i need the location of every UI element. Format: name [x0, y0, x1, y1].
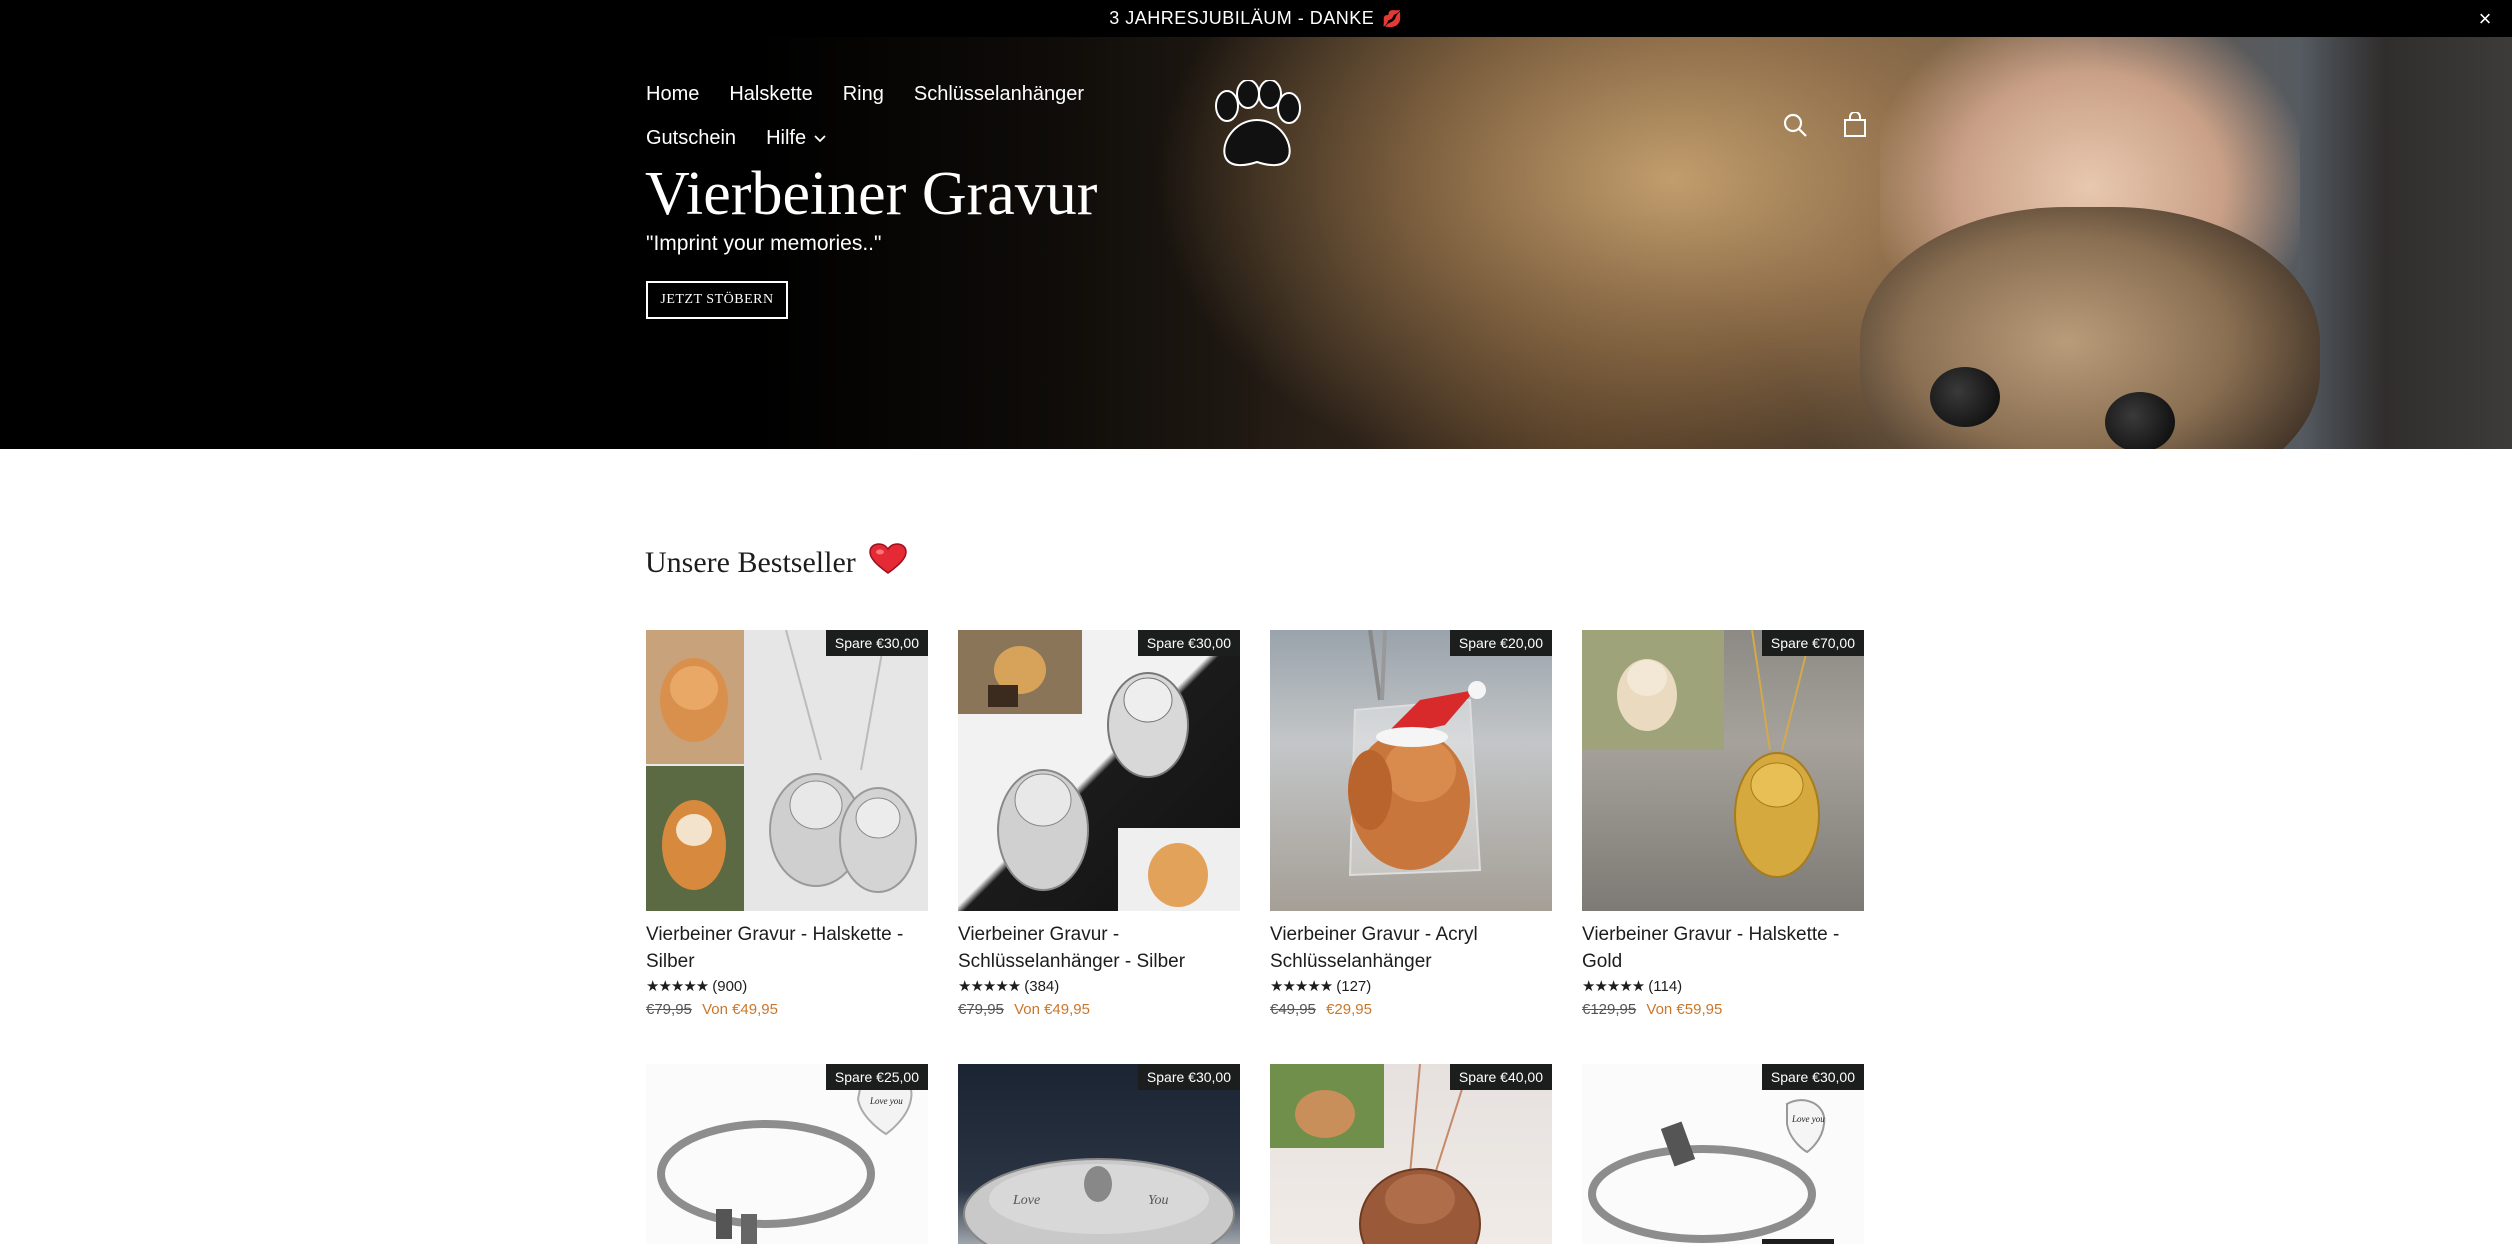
product-card[interactable]: Spare €20,00 Vierbeiner Gravur - Acryl S… [1270, 630, 1552, 1018]
sale-price: €29,95 [1326, 1001, 1372, 1018]
hero-title: Vierbeiner Gravur [645, 160, 1098, 228]
product-rating: ★★★★★ (384) [958, 977, 1240, 996]
discount-badge: Spare €30,00 [1137, 630, 1240, 656]
nav-dropdown-label: Hilfe [766, 127, 807, 149]
chevron-down-icon [814, 126, 826, 150]
nav-item-gutschein[interactable]: Gutschein [646, 126, 736, 150]
svg-text:Love you: Love you [1791, 1114, 1825, 1124]
hero-image-pug [1860, 207, 2320, 449]
kiss-icon: 💋 [1382, 10, 1403, 28]
product-price: €79,95 Von €49,95 [646, 1001, 928, 1018]
nav-dropdown-hilfe[interactable]: Hilfe [766, 126, 826, 150]
sale-price: Von €49,95 [702, 1001, 778, 1018]
product-price: €129,95 Von €59,95 [1582, 1001, 1864, 1018]
discount-badge: Spare €30,00 [1137, 1064, 1240, 1090]
product-card[interactable]: Spare €70,00 Vierbeiner Gravur - Halsket… [1582, 630, 1864, 1018]
bestseller-section-title: Unsere Bestseller [645, 543, 908, 583]
product-card[interactable]: Love You Spare €30,00 [958, 1064, 1240, 1244]
product-price: €49,95 €29,95 [1270, 1001, 1552, 1018]
product-title[interactable]: Vierbeiner Gravur - Halskette - Gold [1582, 921, 1864, 975]
review-count: (384) [1024, 977, 1060, 995]
product-title[interactable]: Vierbeiner Gravur - Schlüsselanhänger - … [958, 921, 1240, 975]
nav-item-ring[interactable]: Ring [843, 82, 884, 106]
product-image[interactable]: Spare €70,00 [1582, 630, 1864, 911]
heart-icon [868, 543, 908, 583]
product-title[interactable]: Vierbeiner Gravur - Halskette - Silber [646, 921, 928, 975]
close-announcement-button[interactable]: × [2479, 6, 2492, 32]
sale-price: Von €49,95 [1014, 1001, 1090, 1018]
star-rating-icon: ★★★★★ [958, 978, 1021, 995]
pug-eye [1930, 367, 2000, 427]
discount-badge: Spare €40,00 [1449, 1064, 1552, 1090]
product-image[interactable]: Spare €40,00 [1270, 1064, 1552, 1244]
shop-now-button[interactable]: JETZT STÖBERN [646, 281, 788, 319]
product-card[interactable]: Spare €40,00 [1270, 1064, 1552, 1244]
discount-badge: Spare €25,00 [825, 1064, 928, 1090]
product-card[interactable]: Spare €30,00 Vierbeiner Gravur - Schlüss… [958, 630, 1240, 1018]
product-grid: Spare €30,00 Vierbeiner Gravur - Halsket… [646, 630, 1866, 1244]
cart-icon[interactable] [1842, 111, 1868, 138]
product-image[interactable]: Love you Spare €30,00 [1582, 1064, 1864, 1244]
discount-badge: Spare €30,00 [825, 630, 928, 656]
announcement-bar: 3 JAHRESJUBILÄUM - DANKE 💋 × [0, 0, 2512, 37]
product-title[interactable]: Vierbeiner Gravur - Acryl Schlüsselanhän… [1270, 921, 1552, 975]
hero-image-tree [2300, 37, 2512, 449]
svg-text:Love you: Love you [869, 1096, 903, 1106]
star-rating-icon: ★★★★★ [646, 978, 709, 995]
product-image[interactable]: Spare €30,00 [958, 630, 1240, 911]
main-nav: Home Halskette Ring Schlüsselanhänger Gu… [646, 82, 1186, 150]
nav-item-home[interactable]: Home [646, 82, 699, 106]
svg-text:You: You [1148, 1193, 1169, 1208]
review-count: (900) [712, 977, 748, 995]
announcement-text: 3 JAHRESJUBILÄUM - DANKE [1109, 8, 1375, 28]
product-rating: ★★★★★ (114) [1582, 977, 1864, 996]
svg-text:Love: Love [1012, 1193, 1040, 1208]
review-count: (114) [1648, 977, 1683, 995]
header-icons [1782, 111, 1868, 138]
product-rating: ★★★★★ (127) [1270, 977, 1552, 996]
nav-item-schluesselanhaenger[interactable]: Schlüsselanhänger [914, 82, 1084, 106]
discount-badge: Spare €30,00 [1761, 1064, 1864, 1090]
discount-badge: Spare €20,00 [1449, 630, 1552, 656]
product-image[interactable]: Love You Spare €30,00 [958, 1064, 1240, 1244]
discount-badge: Spare €70,00 [1761, 630, 1864, 656]
hero-subtitle: "Imprint your memories.." [646, 232, 882, 255]
section-title-text: Unsere Bestseller [645, 546, 856, 579]
pug-eye [2105, 392, 2175, 449]
product-image[interactable]: Spare €20,00 [1270, 630, 1552, 911]
sale-price: Von €59,95 [1646, 1001, 1723, 1018]
search-icon[interactable] [1782, 112, 1808, 138]
product-image[interactable]: Spare €30,00 [646, 630, 928, 911]
old-price: €49,95 [1270, 1001, 1316, 1018]
old-price: €129,95 [1582, 1001, 1637, 1018]
star-rating-icon: ★★★★★ [1582, 978, 1645, 995]
product-image[interactable]: Love you Spare €25,00 [646, 1064, 928, 1244]
product-card[interactable]: Love you Spare €25,00 [646, 1064, 928, 1244]
review-count: (127) [1336, 977, 1372, 995]
paw-logo[interactable] [1203, 79, 1307, 172]
old-price: €79,95 [958, 1001, 1004, 1018]
product-rating: ★★★★★ (900) [646, 977, 928, 996]
product-card[interactable]: Love you Spare €30,00 [1582, 1064, 1864, 1244]
nav-item-halskette[interactable]: Halskette [729, 82, 812, 106]
product-price: €79,95 Von €49,95 [958, 1001, 1240, 1018]
product-card[interactable]: Spare €30,00 Vierbeiner Gravur - Halsket… [646, 630, 928, 1018]
old-price: €79,95 [646, 1001, 692, 1018]
star-rating-icon: ★★★★★ [1270, 978, 1333, 995]
